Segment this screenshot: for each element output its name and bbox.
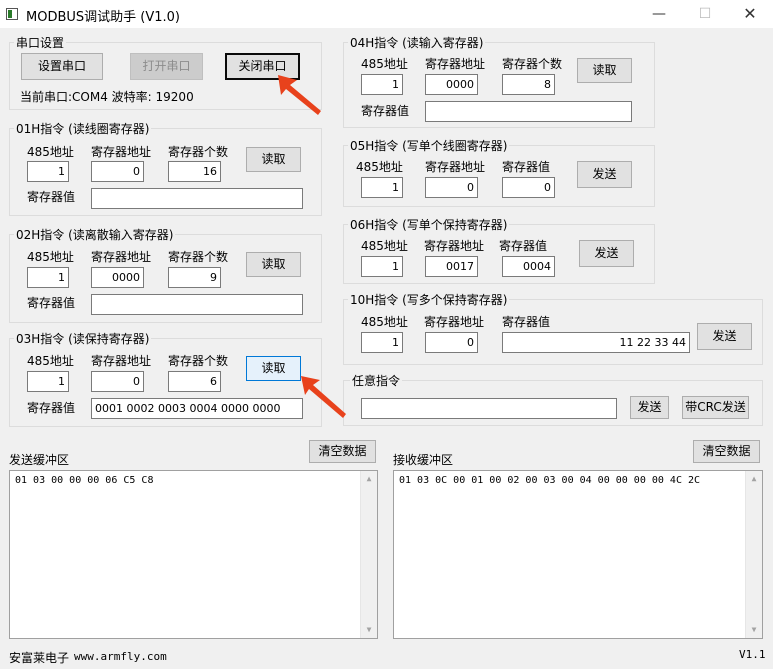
- arrow-close-serial-icon: [278, 75, 321, 115]
- annotation-arrows: [278, 75, 346, 418]
- arrow-f03-read-icon: [301, 376, 346, 418]
